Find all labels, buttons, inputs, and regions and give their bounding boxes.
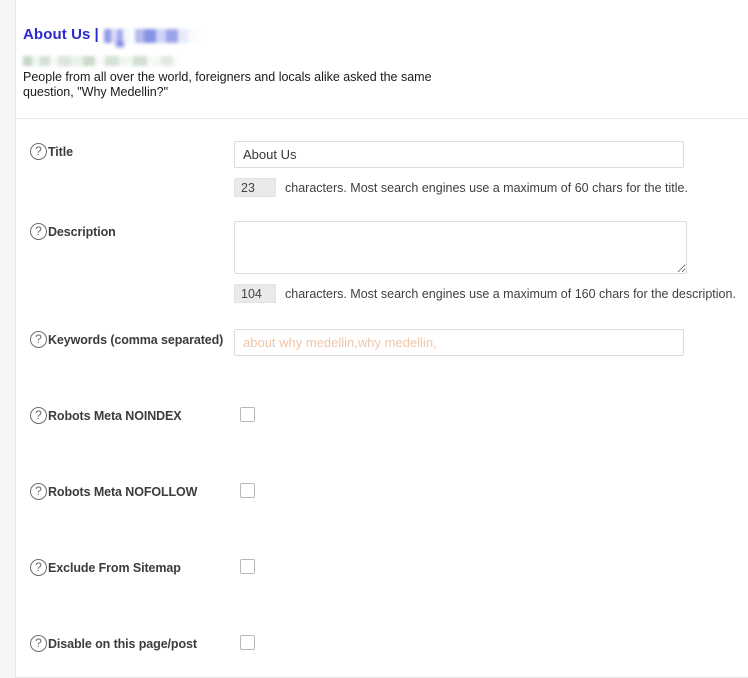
robots-nofollow-checkbox[interactable] xyxy=(240,483,255,498)
description-character-count xyxy=(234,284,276,303)
keywords-input-cell xyxy=(234,329,748,356)
title-input-cell: characters. Most search engines use a ma… xyxy=(234,141,748,197)
title-counter-line: characters. Most search engines use a ma… xyxy=(234,178,748,197)
description-label: Description xyxy=(48,225,116,239)
seo-form: ? Title characters. Most search engines … xyxy=(16,141,748,677)
exclude-sitemap-input-cell xyxy=(234,557,748,574)
robots-nofollow-input-cell xyxy=(234,481,748,498)
description-textarea[interactable] xyxy=(234,221,687,274)
title-counter-hint: characters. Most search engines use a ma… xyxy=(285,180,688,195)
title-label: Title xyxy=(48,145,73,159)
robots-nofollow-label: Robots Meta NOFOLLOW xyxy=(48,485,198,499)
title-input[interactable] xyxy=(234,141,684,168)
description-counter-line: characters. Most search engines use a ma… xyxy=(234,284,748,303)
row-disable-on-page: ? Disable on this page/post xyxy=(16,633,748,677)
title-character-count xyxy=(234,178,276,197)
robots-noindex-checkbox[interactable] xyxy=(240,407,255,422)
snippet-url-redacted xyxy=(23,56,181,66)
snippet-title-separator: | xyxy=(94,26,99,43)
robots-noindex-label: Robots Meta NOINDEX xyxy=(48,409,182,423)
description-counter-hint: characters. Most search engines use a ma… xyxy=(285,286,736,301)
row-description: ? Description characters. Most search en… xyxy=(16,221,748,303)
keywords-input[interactable] xyxy=(234,329,684,356)
help-icon[interactable]: ? xyxy=(30,143,47,160)
help-icon[interactable]: ? xyxy=(30,331,47,348)
disable-on-page-label-cell: ? Disable on this page/post xyxy=(16,633,234,653)
row-robots-nofollow: ? Robots Meta NOFOLLOW xyxy=(16,481,748,525)
exclude-sitemap-label: Exclude From Sitemap xyxy=(48,561,181,575)
row-title: ? Title characters. Most search engines … xyxy=(16,141,748,197)
row-exclude-sitemap: ? Exclude From Sitemap xyxy=(16,557,748,601)
help-icon[interactable]: ? xyxy=(30,483,47,500)
disable-on-page-label: Disable on this page/post xyxy=(48,637,197,651)
search-snippet-preview: About Us | People from all over the worl… xyxy=(16,0,748,119)
robots-noindex-input-cell xyxy=(234,405,748,422)
help-icon[interactable]: ? xyxy=(30,559,47,576)
robots-nofollow-label-cell: ? Robots Meta NOFOLLOW xyxy=(16,481,234,501)
description-input-cell: characters. Most search engines use a ma… xyxy=(234,221,748,303)
row-robots-noindex: ? Robots Meta NOINDEX xyxy=(16,405,748,449)
snippet-title-redacted xyxy=(103,29,198,43)
disable-on-page-checkbox[interactable] xyxy=(240,635,255,650)
description-label-cell: ? Description xyxy=(16,221,234,241)
keywords-label-cell: ? Keywords (comma separated) xyxy=(16,329,234,349)
robots-noindex-label-cell: ? Robots Meta NOINDEX xyxy=(16,405,234,425)
disable-on-page-input-cell xyxy=(234,633,748,650)
exclude-sitemap-checkbox[interactable] xyxy=(240,559,255,574)
row-keywords: ? Keywords (comma separated) xyxy=(16,329,748,373)
keywords-label: Keywords (comma separated) xyxy=(48,333,224,347)
snippet-title-text: About Us xyxy=(23,26,91,43)
snippet-title: About Us | xyxy=(23,26,748,44)
snippet-description: People from all over the world, foreigne… xyxy=(23,70,432,99)
seo-settings-panel: About Us | People from all over the worl… xyxy=(15,0,748,678)
help-icon[interactable]: ? xyxy=(30,223,47,240)
title-label-cell: ? Title xyxy=(16,141,234,161)
exclude-sitemap-label-cell: ? Exclude From Sitemap xyxy=(16,557,234,577)
help-icon[interactable]: ? xyxy=(30,635,47,652)
help-icon[interactable]: ? xyxy=(30,407,47,424)
